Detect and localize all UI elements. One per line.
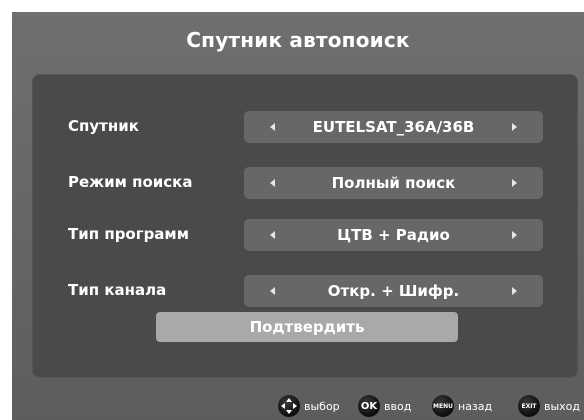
arrow-right-icon[interactable] (512, 287, 517, 295)
hint-exit: EXIT выход (518, 394, 580, 418)
key-hints-bar: выбор OK ввод MENU назад EXIT выход (12, 394, 584, 418)
satellite-value: EUTELSAT_36A/36B (312, 118, 475, 136)
exit-icon: EXIT (518, 395, 540, 417)
tv-screen: Спутник автопоиск Спутник EUTELSAT_36A/3… (12, 12, 584, 420)
arrow-left-icon[interactable] (270, 287, 275, 295)
satellite-label: Спутник (68, 117, 139, 135)
search-mode-label: Режим поиска (68, 173, 193, 191)
program-type-value: ЦТВ + Радио (337, 226, 450, 244)
satellite-selector[interactable]: EUTELSAT_36A/36B (244, 111, 543, 143)
channel-type-selector[interactable]: Откр. + Шифр. (244, 275, 543, 307)
arrow-left-icon[interactable] (270, 123, 275, 131)
menu-icon: MENU (432, 395, 454, 417)
arrow-right-icon[interactable] (512, 179, 517, 187)
hint-select-text: выбор (304, 399, 340, 413)
hint-back: MENU назад (432, 394, 492, 418)
hint-back-text: назад (458, 399, 493, 413)
program-type-selector[interactable]: ЦТВ + Радио (244, 219, 543, 251)
settings-panel: Спутник EUTELSAT_36A/36B Режим поиска По… (32, 74, 578, 378)
channel-type-value: Откр. + Шифр. (327, 282, 460, 300)
confirm-button[interactable]: Подтвердить (156, 312, 458, 342)
arrow-left-icon[interactable] (270, 179, 275, 187)
page-title: Спутник автопоиск (186, 28, 410, 52)
arrow-left-icon[interactable] (270, 231, 275, 239)
program-type-label: Тип программ (68, 225, 189, 243)
ok-icon: OK (358, 395, 380, 417)
hint-select: выбор (278, 394, 340, 418)
nav-pad-icon (278, 395, 300, 417)
arrow-right-icon[interactable] (512, 123, 517, 131)
search-mode-value: Полный поиск (331, 174, 456, 192)
hint-enter-text: ввод (384, 399, 412, 413)
channel-type-label: Тип канала (68, 281, 167, 299)
search-mode-selector[interactable]: Полный поиск (244, 167, 543, 199)
hint-exit-text: выход (544, 399, 581, 413)
arrow-right-icon[interactable] (512, 231, 517, 239)
hint-enter: OK ввод (358, 394, 411, 418)
